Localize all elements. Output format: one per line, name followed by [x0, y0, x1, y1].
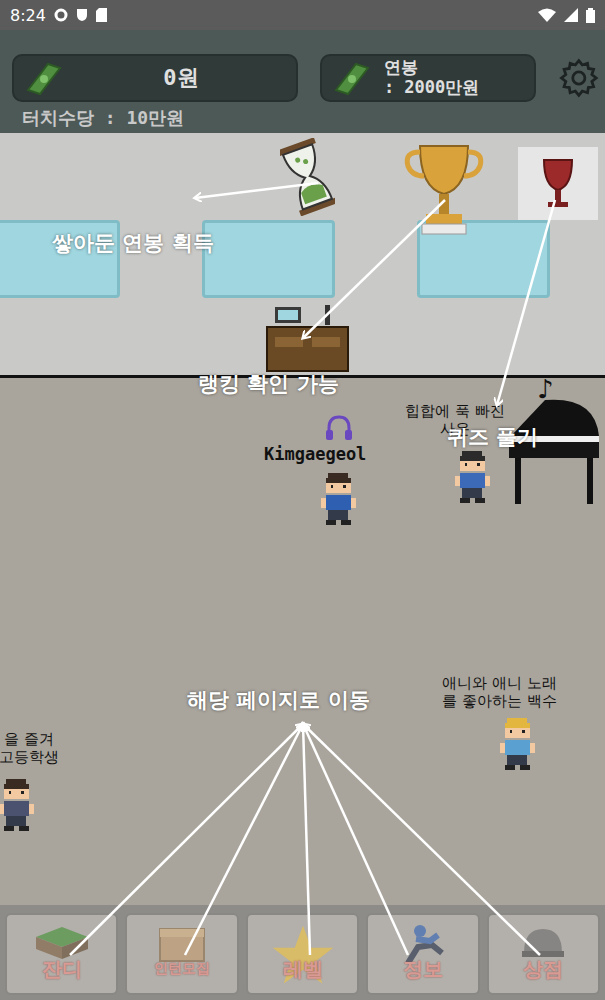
nav-label: 정보	[403, 956, 443, 983]
piano-icon	[505, 396, 601, 506]
nav-button[interactable]: 레벨	[246, 913, 359, 995]
npc-sprite[interactable]	[0, 776, 36, 831]
cup-icon	[540, 156, 576, 212]
hourglass-icon	[280, 138, 335, 216]
nav-label: 레벨	[283, 956, 323, 983]
quiz-cup-button[interactable]	[518, 147, 598, 220]
annotation-arrow	[303, 724, 408, 955]
trophy-icon	[400, 138, 488, 238]
wifi-status-icon	[538, 8, 556, 22]
trophy-button[interactable]	[400, 138, 488, 238]
battery-status-icon	[586, 8, 595, 23]
sdcard-status-icon	[96, 8, 107, 22]
salary-panel: 연봉: 2000만원	[320, 54, 536, 102]
nav-button[interactable]: 상점	[487, 913, 600, 995]
office-area	[0, 133, 605, 378]
shield-status-icon	[76, 8, 88, 22]
box-icon	[152, 923, 212, 965]
hourglass-button[interactable]	[280, 138, 335, 216]
annotation-label: 퀴즈 풀기	[447, 423, 538, 451]
settings-status-icon	[54, 8, 68, 22]
annotation-arrow	[497, 200, 555, 405]
nav-button[interactable]: 잔디	[5, 913, 118, 995]
money-icon	[332, 60, 372, 96]
annotation-label: 랭킹 확인 가능	[198, 370, 339, 398]
annotation-label: 쌓아둔 연봉 획득	[52, 229, 214, 257]
nav-label: 상점	[523, 956, 563, 983]
annotation-arrow	[303, 724, 310, 955]
nav-label: 잔디	[42, 956, 82, 983]
signal-status-icon	[564, 8, 578, 22]
npc-sprite[interactable]	[497, 715, 537, 770]
money-value: 0원	[76, 63, 286, 93]
nav-button[interactable]: 정보	[366, 913, 479, 995]
annotation-arrow	[195, 183, 318, 198]
floor-area: Kimgaegeol힙합에 푹 빠진사운♪을 즐겨고등학생애니와 애니 노래를 …	[0, 378, 605, 905]
npc-caption: 을 즐겨고등학생	[0, 730, 59, 766]
music-note: ♪	[537, 374, 554, 404]
npc-caption: 애니와 애니 노래를 좋아하는 백수	[442, 674, 557, 710]
hud: 0원 연봉: 2000만원터치수당 : 10만원	[0, 30, 605, 133]
annotation-label: 해당 페이지로 이동	[187, 686, 370, 714]
status-time: 8:24	[10, 6, 46, 25]
player-sprite[interactable]	[318, 470, 358, 525]
npc-sprite[interactable]	[452, 448, 492, 503]
status-bar: 8:24	[0, 0, 605, 30]
desk-icon	[265, 305, 350, 373]
headphone-icon	[324, 414, 354, 442]
office-window	[202, 220, 335, 298]
player-name: Kimgaegeol	[264, 444, 366, 464]
salary-text: 연봉: 2000만원	[384, 58, 479, 97]
game-screen: 8:24 0원 연봉: 2000만원터치수당 : 10만원 Kimgaegeol힙합에…	[0, 0, 605, 1000]
gear-icon[interactable]	[558, 57, 600, 99]
annotation-arrow	[185, 724, 303, 955]
money-icon	[24, 60, 64, 96]
touch-pay: 터치수당 : 10만원	[12, 106, 600, 130]
annotation-arrow	[303, 200, 445, 338]
annotation-arrow	[70, 724, 303, 955]
annotation-arrow	[303, 724, 540, 955]
nav-label: 인턴모집	[154, 960, 210, 978]
bottom-nav: 잔디 인턴모집 레벨 정보 상점	[0, 905, 605, 1000]
annotation-arrows	[0, 0, 605, 1000]
money-panel: 0원	[12, 54, 298, 102]
ranking-desk[interactable]	[265, 305, 350, 373]
nav-button[interactable]: 인턴모집	[125, 913, 238, 995]
